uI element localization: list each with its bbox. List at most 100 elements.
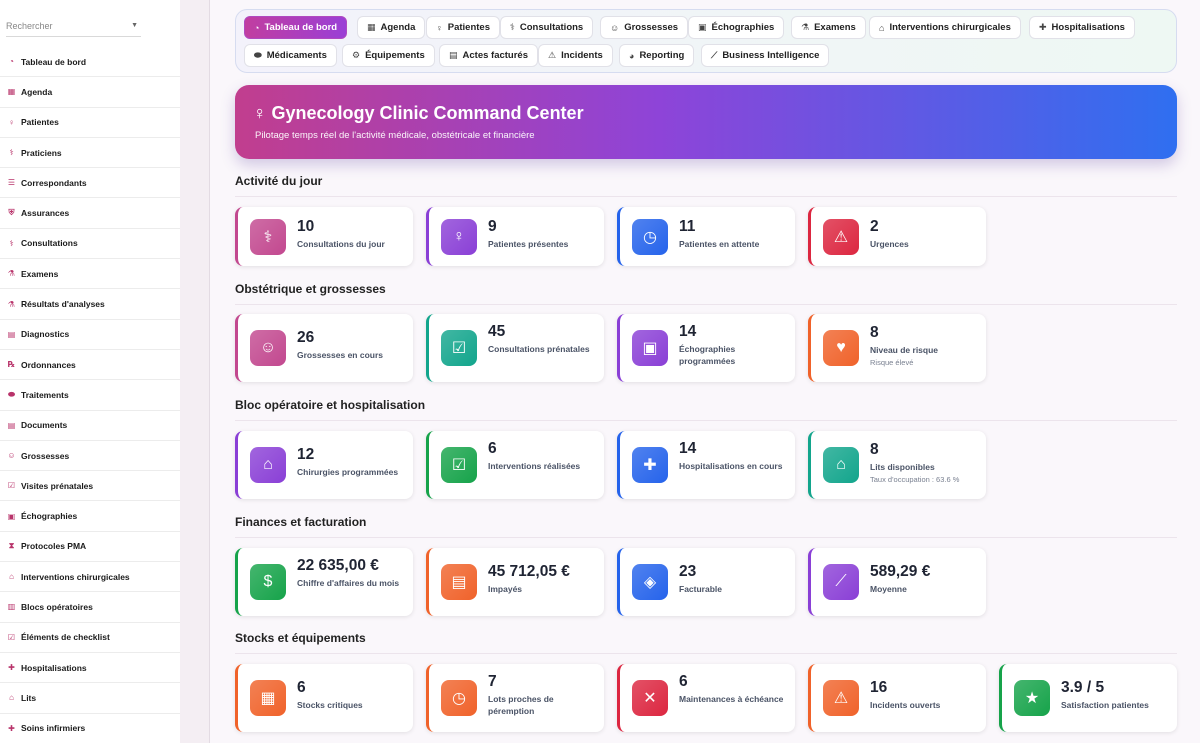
tab[interactable]: ✚ Hospitalisations bbox=[1029, 16, 1135, 39]
pills-icon: ⬬ bbox=[254, 50, 262, 60]
sidebar-item[interactable]: ⚕ Praticiens bbox=[0, 138, 180, 169]
tab[interactable]: ⚗ Examens bbox=[791, 16, 866, 39]
tab-label: Patientes bbox=[447, 22, 490, 33]
kpi-card[interactable]: ☑ 6 Interventions réalisées bbox=[426, 431, 604, 499]
kpi-card[interactable]: ▣ 14 Échographies programmées bbox=[617, 314, 795, 382]
tab[interactable]: ▤ Actes facturés bbox=[439, 44, 538, 67]
kpi-label: Consultations du jour bbox=[297, 238, 385, 249]
tab[interactable]: ⬬ Médicaments bbox=[244, 44, 337, 67]
kpi-card[interactable]: ⚠ 2 Urgences bbox=[808, 207, 986, 266]
baby-icon: ☺ bbox=[250, 330, 286, 366]
tab[interactable]: ⚕ Consultations bbox=[500, 16, 594, 39]
tab[interactable]: ▣ Échographies bbox=[688, 16, 785, 39]
gear-icon: ⚙ bbox=[352, 50, 361, 60]
kpi-card[interactable]: ◈ 23 Facturable bbox=[617, 548, 795, 616]
sidebar-item-label: Visites prénatales bbox=[21, 480, 94, 491]
stethoscope-icon: ⚕ bbox=[250, 218, 286, 255]
sidebar-item[interactable]: ☺ Grossesses bbox=[0, 441, 180, 472]
calendar-check-icon: ☑ bbox=[441, 330, 477, 366]
sidebar-item[interactable]: ⚗ Résultats d'analyses bbox=[0, 289, 180, 320]
kpi-card[interactable]: $22 635,00 € Chiffre d'affaires du mois bbox=[235, 548, 413, 616]
tab-label: Équipements bbox=[365, 50, 425, 61]
tab-label: Reporting bbox=[639, 50, 685, 61]
search-placeholder: Rechercher bbox=[6, 21, 53, 31]
sidebar-item-label: Interventions chirurgicales bbox=[21, 571, 130, 582]
tab[interactable]: ⚠ Incidents bbox=[538, 44, 613, 67]
sidebar-item[interactable]: ⚕ Consultations bbox=[0, 229, 180, 260]
kpi-label: Consultations prénatales bbox=[488, 344, 590, 354]
sidebar-item[interactable]: ✚ Soins infirmiers bbox=[0, 714, 180, 743]
kpi-value: 45 712,05 € bbox=[488, 563, 570, 580]
sidebar-item[interactable]: ▤ Documents bbox=[0, 411, 180, 441]
star-icon: ★ bbox=[1014, 680, 1050, 716]
sidebar-item-label: Consultations bbox=[21, 238, 78, 249]
kpi-card[interactable]: ◷ 11 Patientes en attente bbox=[617, 207, 795, 266]
kpi-card[interactable]: ⟋ 589,29 € Moyenne bbox=[808, 548, 986, 616]
kpi-label: Lots proches de péremption bbox=[488, 694, 554, 716]
sidebar-item[interactable]: ▦ Agenda bbox=[0, 77, 180, 108]
tab[interactable]: ⚙ Équipements bbox=[342, 44, 435, 67]
kpi-card[interactable]: ♥ 8 Niveau de risque Risque élevé bbox=[808, 314, 986, 382]
kpi-card[interactable]: ▦ 6 Stocks critiques bbox=[235, 664, 413, 732]
sidebar-item[interactable]: ▥ Blocs opératoires bbox=[0, 592, 180, 623]
kpi-value: 7 bbox=[488, 673, 497, 690]
sidebar-item[interactable]: ☑ Éléments de checklist bbox=[0, 623, 180, 653]
sidebar-item[interactable]: ◔ Tableau de bord bbox=[0, 47, 180, 78]
sidebar-item[interactable]: ⌂ Interventions chirurgicales bbox=[0, 562, 180, 593]
sidebar-item[interactable]: ℞ Ordonnances bbox=[0, 350, 180, 381]
kpi-card[interactable]: ◷ 7 Lots proches de péremption bbox=[426, 664, 604, 732]
sidebar-item[interactable]: ⧗ Protocoles PMA bbox=[0, 532, 180, 563]
kpi-card[interactable]: ⚕ 10 Consultations du jour bbox=[235, 207, 413, 266]
tab[interactable]: ♀ Patientes bbox=[426, 16, 500, 39]
kpi-card[interactable]: ▤ 45 712,05 € Impayés bbox=[426, 548, 604, 616]
tab[interactable]: ⌂ Interventions chirurgicales bbox=[869, 16, 1021, 39]
kpi-value: 10 bbox=[297, 217, 315, 235]
kpi-card[interactable]: ⌂ 12 Chirurgies programmées bbox=[235, 431, 413, 499]
tab[interactable]: ☺ Grossesses bbox=[600, 16, 689, 39]
sidebar-item[interactable]: ☰ Correspondants bbox=[0, 168, 180, 199]
sidebar-item[interactable]: ⚗ Examens bbox=[0, 259, 180, 290]
sidebar-item[interactable]: ♀ Patientes bbox=[0, 108, 180, 138]
kpi-value: 8 bbox=[870, 324, 879, 341]
sidebar-nav: ◔ Tableau de bord ▦ Agenda ♀ Patientes ⚕ Pratic… bbox=[0, 47, 180, 743]
kpi-subtext: Risque élevé bbox=[870, 358, 914, 367]
sidebar-item[interactable]: ✚ Hospitalisations bbox=[0, 653, 180, 684]
flask-icon: ⚗ bbox=[7, 299, 16, 309]
sidebar-item[interactable]: ☑ Visites prénatales bbox=[0, 471, 180, 502]
sidebar-item[interactable]: ⛨ Assurances bbox=[0, 198, 180, 229]
kpi-value: 11 bbox=[679, 217, 696, 235]
kpi-value: 8 bbox=[870, 441, 879, 458]
calendar-check-icon: ☑ bbox=[7, 481, 16, 491]
kpi-card[interactable]: ♀ 9 Patientes présentes bbox=[426, 207, 604, 266]
sidebar-item[interactable]: ▤ Diagnostics bbox=[0, 320, 180, 350]
money-icon: $ bbox=[250, 564, 286, 600]
chevron-down-icon[interactable]: ▼ bbox=[131, 22, 138, 29]
kpi-label: Chirurgies programmées bbox=[297, 467, 399, 477]
tab-label: Médicaments bbox=[266, 50, 327, 61]
sidebar-item[interactable]: ▣ Échographies bbox=[0, 501, 180, 532]
sidebar-item[interactable]: ⌂ Lits bbox=[0, 683, 180, 714]
kpi-card[interactable]: ☑ 45 Consultations prénatales bbox=[426, 314, 604, 382]
kpi-value: 22 635,00 € bbox=[297, 557, 379, 574]
sidebar-item[interactable]: ⬬ Traitements bbox=[0, 380, 180, 411]
kpi-card[interactable]: ✚ 14 Hospitalisations en cours bbox=[617, 431, 795, 499]
kpi-card[interactable]: ⌂ 8 Lits disponibles Taux d'occupation : 63… bbox=[808, 431, 986, 499]
tab[interactable]: ◔ Tableau de bord bbox=[244, 16, 348, 39]
tab-label: Incidents bbox=[561, 50, 603, 61]
tab[interactable]: ▦ Agenda bbox=[357, 16, 426, 39]
sidebar-item-label: Échographies bbox=[21, 511, 78, 522]
kpi-card[interactable]: ★ 3.9 / 5 Satisfaction patientes bbox=[999, 664, 1177, 732]
kpi-card[interactable]: ✕ 6 Maintenances à échéance bbox=[617, 664, 795, 732]
bed-icon: ⌂ bbox=[879, 22, 885, 33]
search-select[interactable]: Rechercher ▼ bbox=[6, 18, 141, 37]
microscope-icon: ⚗ bbox=[801, 22, 810, 32]
kpi-card[interactable]: ☺ 26 Grossesses en cours bbox=[235, 314, 413, 382]
section-divider bbox=[235, 304, 1177, 305]
kpi-card[interactable]: ⚠ 16 Incidents ouverts bbox=[808, 664, 986, 732]
clipboard-icon: ▤ bbox=[7, 329, 16, 339]
tab[interactable]: ⟋ Business Intelligence bbox=[701, 44, 830, 67]
kpi-label: Moyenne bbox=[870, 584, 907, 594]
tab[interactable]: ◕ Reporting bbox=[619, 44, 695, 67]
baby-icon: ☺ bbox=[610, 22, 620, 33]
kpi-value: 45 bbox=[488, 323, 506, 340]
